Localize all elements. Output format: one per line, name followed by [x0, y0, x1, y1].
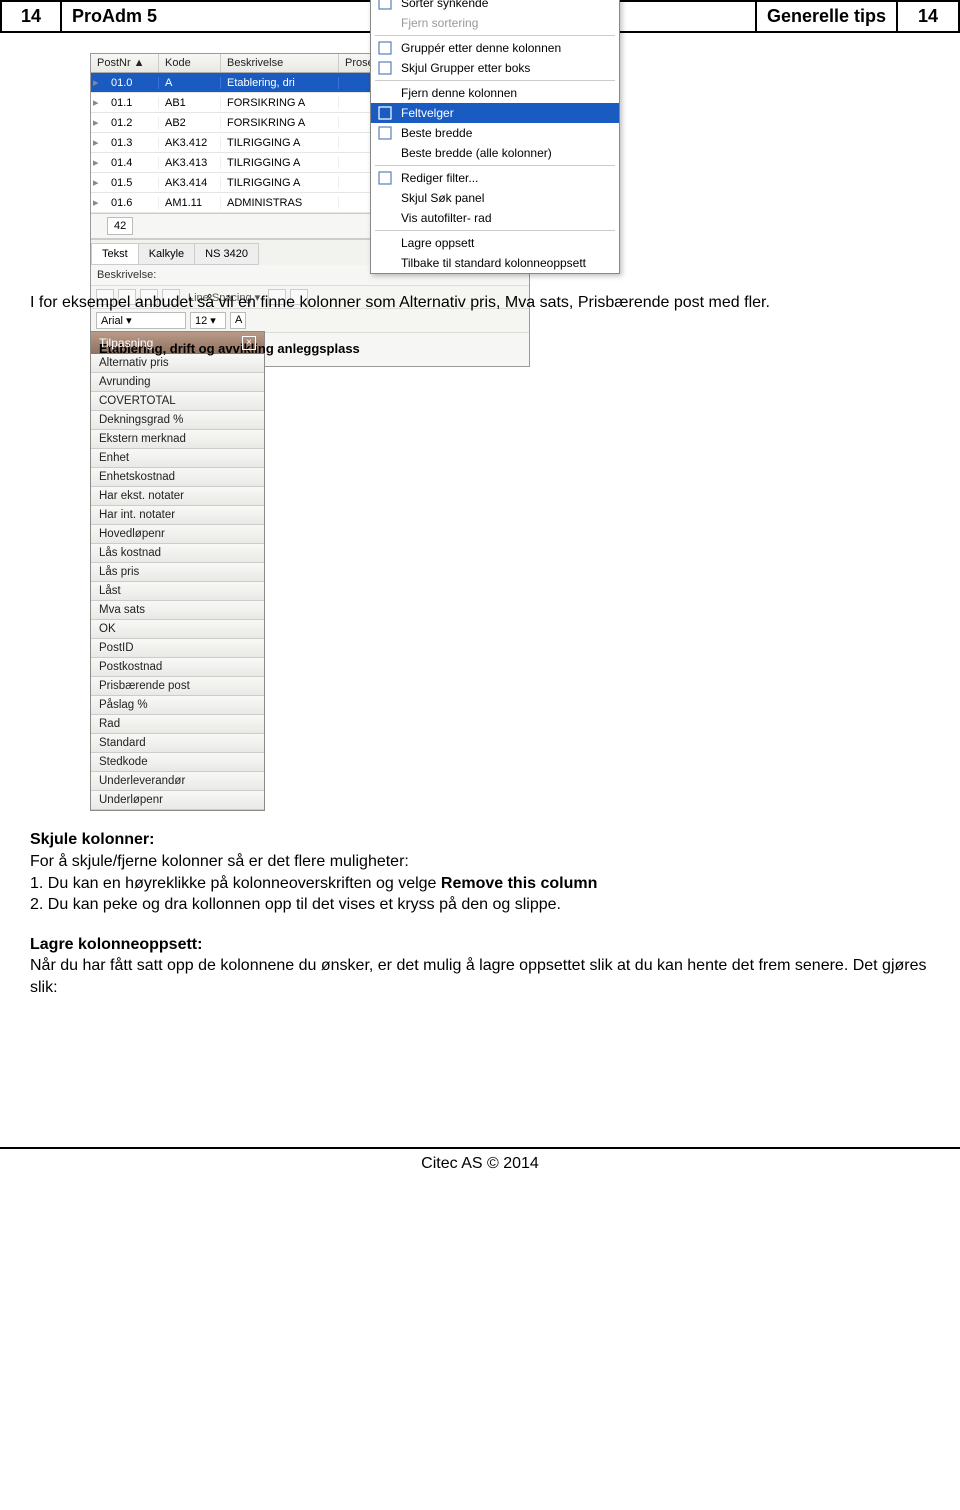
- tilpasning-title: Tilpasning: [99, 336, 153, 350]
- page-number-left: 14: [2, 2, 62, 31]
- font-color-icon[interactable]: A: [230, 312, 246, 329]
- field-chooser-item[interactable]: Avrunding: [91, 373, 264, 392]
- field-chooser-item[interactable]: Underløpenr: [91, 791, 264, 810]
- field-chooser-item[interactable]: Lås kostnad: [91, 544, 264, 563]
- tab-ns3420[interactable]: NS 3420: [194, 243, 259, 265]
- close-icon[interactable]: ×: [242, 336, 256, 350]
- menu-item: Fjern sortering: [371, 13, 619, 33]
- col-kode[interactable]: Kode: [159, 54, 221, 72]
- section-title: Generelle tips: [757, 2, 898, 31]
- menu-item[interactable]: Tilbake til standard kolonneoppsett: [371, 253, 619, 273]
- sort-desc-icon: [377, 0, 393, 11]
- col-postnr[interactable]: PostNr ▲: [91, 54, 159, 72]
- field-chooser-item[interactable]: COVERTOTAL: [91, 392, 264, 411]
- field-chooser-item[interactable]: Mva sats: [91, 601, 264, 620]
- tab-tekst[interactable]: Tekst: [91, 243, 139, 265]
- menu-item[interactable]: Fjern denne kolonnen: [371, 83, 619, 103]
- column-context-menu: Sorter stigendeSorter synkendeFjern sort…: [370, 0, 620, 274]
- field-chooser-item[interactable]: Dekningsgrad %: [91, 411, 264, 430]
- field-chooser-item[interactable]: PostID: [91, 639, 264, 658]
- field-chooser-item[interactable]: Hovedløpenr: [91, 525, 264, 544]
- field-chooser-item[interactable]: Enhet: [91, 449, 264, 468]
- field-chooser-item[interactable]: Påslag %: [91, 696, 264, 715]
- field-chooser-item[interactable]: Standard: [91, 734, 264, 753]
- footer: Citec AS © 2014: [0, 1147, 960, 1187]
- grid-sum: 42: [107, 217, 133, 235]
- menu-item[interactable]: Sorter synkende: [371, 0, 619, 13]
- menu-item[interactable]: Gruppér etter denne kolonnen: [371, 38, 619, 58]
- tilpasning-panel: Tilpasning × Alternativ prisAvrundingCOV…: [90, 331, 265, 811]
- field-chooser-item[interactable]: Prisbærende post: [91, 677, 264, 696]
- field-chooser-item[interactable]: Lås pris: [91, 563, 264, 582]
- field-chooser-item[interactable]: Har ekst. notater: [91, 487, 264, 506]
- paragraph-intro: I for eksempel anbudet så vil en finne k…: [30, 292, 930, 314]
- field-chooser-item[interactable]: Ekstern merknad: [91, 430, 264, 449]
- tab-kalkyle[interactable]: Kalkyle: [138, 243, 195, 265]
- field-chooser-item[interactable]: Underleverandør: [91, 772, 264, 791]
- sect-hide-columns: Skjule kolonner: For å skjule/fjerne kol…: [30, 829, 930, 915]
- page-number-right: 14: [898, 2, 958, 31]
- size-select[interactable]: 12 ▾: [190, 312, 226, 329]
- bestfit-icon: [377, 125, 393, 141]
- menu-item[interactable]: Vis autofilter- rad: [371, 208, 619, 228]
- font-select[interactable]: Arial ▾: [96, 312, 186, 329]
- group-icon: [377, 40, 393, 56]
- sect-save-layout: Lagre kolonneoppsett: Når du har fått sa…: [30, 934, 930, 999]
- field-chooser-icon: [377, 105, 393, 121]
- field-chooser-item[interactable]: Stedkode: [91, 753, 264, 772]
- menu-item[interactable]: Skjul Grupper etter boks: [371, 58, 619, 78]
- field-chooser-item[interactable]: Enhetskostnad: [91, 468, 264, 487]
- menu-item[interactable]: Rediger filter...: [371, 168, 619, 188]
- screenshot-grid: PostNr ▲ Kode Beskrivelse Prosesskodenot…: [90, 53, 930, 274]
- menu-item[interactable]: Feltvelger: [371, 103, 619, 123]
- field-chooser-item[interactable]: OK: [91, 620, 264, 639]
- field-chooser-item[interactable]: Rad: [91, 715, 264, 734]
- field-chooser-item[interactable]: Har int. notater: [91, 506, 264, 525]
- field-chooser-item[interactable]: Låst: [91, 582, 264, 601]
- menu-item[interactable]: Beste bredde: [371, 123, 619, 143]
- group-hide-icon: [377, 60, 393, 76]
- col-besk[interactable]: Beskrivelse: [221, 54, 339, 72]
- menu-item[interactable]: Beste bredde (alle kolonner): [371, 143, 619, 163]
- field-chooser-item[interactable]: Postkostnad: [91, 658, 264, 677]
- filter-icon: [377, 170, 393, 186]
- menu-item[interactable]: Skjul Søk panel: [371, 188, 619, 208]
- menu-item[interactable]: Lagre oppsett: [371, 233, 619, 253]
